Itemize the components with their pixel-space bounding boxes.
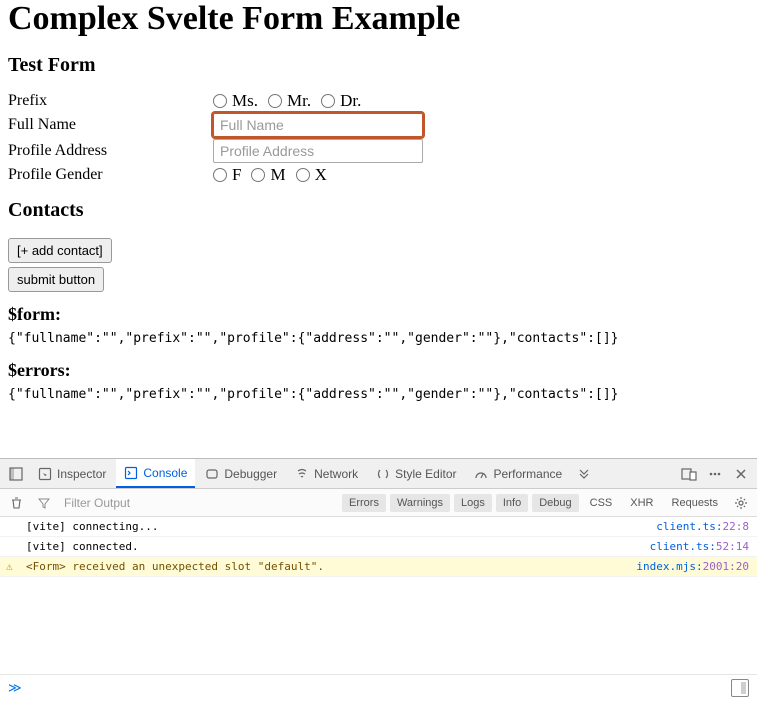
- console-output[interactable]: [vite] connecting... client.ts:22:8 [vit…: [0, 517, 757, 674]
- tab-inspector-label: Inspector: [57, 467, 106, 481]
- dock-icon[interactable]: [4, 462, 28, 486]
- prefix-radio-mr[interactable]: [268, 94, 282, 108]
- overflow-icon[interactable]: [572, 462, 596, 486]
- debugger-icon: [205, 467, 219, 481]
- row-fullname: Full Name: [8, 113, 749, 137]
- performance-icon: [474, 467, 488, 481]
- tab-style-editor[interactable]: Style Editor: [368, 459, 464, 488]
- pill-logs[interactable]: Logs: [454, 494, 492, 512]
- label-address: Profile Address: [8, 142, 213, 160]
- console-warn-msg: <Form> received an unexpected slot "defa…: [26, 560, 636, 573]
- chevron-prompt-icon: ≫: [8, 681, 22, 696]
- pill-warnings[interactable]: Warnings: [390, 494, 450, 512]
- tab-network[interactable]: Network: [287, 459, 366, 488]
- label-gender: Profile Gender: [8, 166, 213, 184]
- tab-console-label: Console: [143, 466, 187, 480]
- responsive-icon[interactable]: [677, 462, 701, 486]
- console-input-row[interactable]: ≫: [0, 674, 757, 701]
- label-prefix: Prefix: [8, 92, 213, 110]
- row-gender: Profile Gender F M X: [8, 165, 749, 185]
- prefix-radio-ms[interactable]: [213, 94, 227, 108]
- gear-icon[interactable]: [729, 491, 753, 515]
- tab-debugger[interactable]: Debugger: [197, 459, 285, 488]
- tab-inspector[interactable]: Inspector: [30, 459, 114, 488]
- network-icon: [295, 467, 309, 481]
- add-contact-button[interactable]: [+ add contact]: [8, 238, 112, 263]
- gender-option-f: F: [232, 165, 241, 185]
- prefix-option-ms: Ms.: [232, 91, 258, 111]
- errors-state-value: {"fullname":"","prefix":"","profile":{"a…: [8, 387, 749, 402]
- tab-style-label: Style Editor: [395, 467, 456, 481]
- console-warn-row: <Form> received an unexpected slot "defa…: [0, 557, 757, 577]
- gender-radio-m[interactable]: [251, 168, 265, 182]
- console-log-row: [vite] connected. client.ts:52:14: [0, 537, 757, 557]
- console-log-msg: [vite] connecting...: [26, 520, 656, 533]
- form-state-label: $form:: [8, 304, 749, 325]
- console-log-src[interactable]: index.mjs:2001:20: [636, 560, 749, 573]
- kebab-icon[interactable]: [703, 462, 727, 486]
- tab-performance-label: Performance: [493, 467, 562, 481]
- errors-state-label: $errors:: [8, 360, 749, 381]
- form-heading: Test Form: [8, 54, 749, 77]
- tab-network-label: Network: [314, 467, 358, 481]
- pill-xhr[interactable]: XHR: [623, 494, 660, 512]
- console-log-msg: [vite] connected.: [26, 540, 650, 553]
- address-input[interactable]: [213, 139, 423, 163]
- row-prefix: Prefix Ms. Mr. Dr.: [8, 91, 749, 111]
- label-fullname: Full Name: [8, 116, 213, 134]
- gender-option-x: X: [315, 165, 327, 185]
- pill-requests[interactable]: Requests: [665, 494, 725, 512]
- tab-performance[interactable]: Performance: [466, 459, 570, 488]
- inspector-icon: [38, 467, 52, 481]
- pill-errors[interactable]: Errors: [342, 494, 386, 512]
- gender-radio-group: F M X: [213, 165, 329, 185]
- row-address: Profile Address: [8, 139, 749, 163]
- tab-debugger-label: Debugger: [224, 467, 277, 481]
- gender-option-m: M: [270, 165, 285, 185]
- form-state-value: {"fullname":"","prefix":"","profile":{"a…: [8, 331, 749, 346]
- prefix-radio-group: Ms. Mr. Dr.: [213, 91, 363, 111]
- filter-output-input[interactable]: [60, 493, 338, 513]
- prefix-option-dr: Dr.: [340, 91, 361, 111]
- style-icon: [376, 467, 390, 481]
- sidebar-toggle-icon[interactable]: [731, 679, 749, 697]
- funnel-icon[interactable]: [32, 491, 56, 515]
- submit-button[interactable]: submit button: [8, 267, 104, 292]
- fullname-input[interactable]: [213, 113, 423, 137]
- prefix-option-mr: Mr.: [287, 91, 311, 111]
- pill-css[interactable]: CSS: [583, 494, 620, 512]
- console-log-src[interactable]: client.ts:52:14: [650, 540, 749, 553]
- devtools-panel: Inspector Console Debugger Network Style…: [0, 458, 757, 701]
- gender-radio-x[interactable]: [296, 168, 310, 182]
- tab-console[interactable]: Console: [116, 459, 195, 488]
- console-log-row: [vite] connecting... client.ts:22:8: [0, 517, 757, 537]
- trash-icon[interactable]: [4, 491, 28, 515]
- gender-radio-f[interactable]: [213, 168, 227, 182]
- console-log-src[interactable]: client.ts:22:8: [656, 520, 749, 533]
- pill-info[interactable]: Info: [496, 494, 528, 512]
- prefix-radio-dr[interactable]: [321, 94, 335, 108]
- console-filterbar: Errors Warnings Logs Info Debug CSS XHR …: [0, 489, 757, 517]
- pill-debug[interactable]: Debug: [532, 494, 578, 512]
- devtools-tabbar: Inspector Console Debugger Network Style…: [0, 459, 757, 489]
- page-title: Complex Svelte Form Example: [8, 0, 749, 38]
- close-icon[interactable]: [729, 462, 753, 486]
- contacts-heading: Contacts: [8, 199, 749, 222]
- console-icon: [124, 466, 138, 480]
